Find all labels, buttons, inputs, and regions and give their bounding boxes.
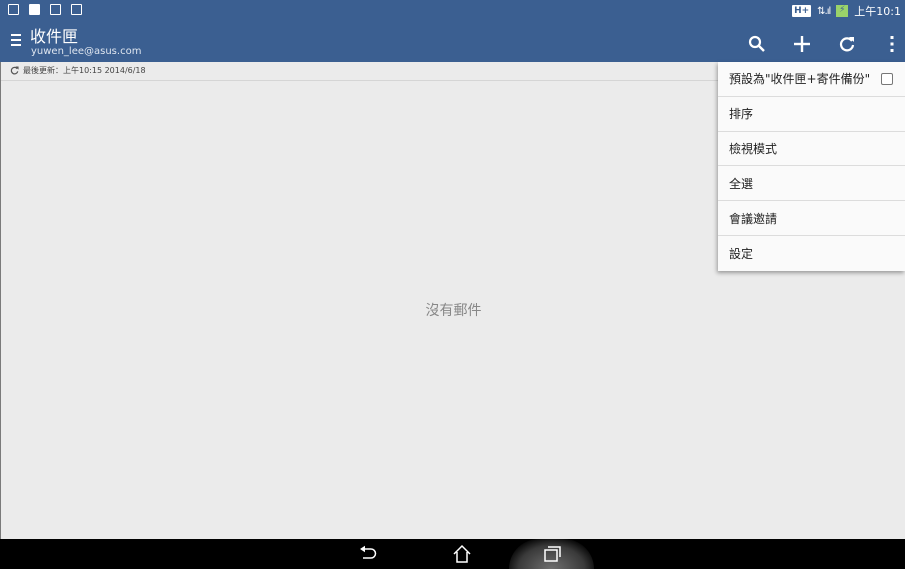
account-email: yuwen_lee@asus.com [31,46,142,57]
navigation-bar [0,539,905,569]
notification-icons [8,4,82,15]
menu-item-meeting-invites[interactable]: 會議邀請 [718,201,905,236]
menu-item-label: 預設為"收件匣+寄件備份" [729,72,871,87]
recent-apps-icon [544,546,561,562]
calendar-icon [8,4,19,15]
page-title[interactable]: 收件匣 [30,28,78,46]
menu-item-label: 檢視模式 [729,141,778,156]
menu-item-view-mode[interactable]: 檢視模式 [718,132,905,167]
signal-icon: ⇅.ıl [817,5,831,17]
recent-apps-button[interactable] [540,543,564,565]
refresh-icon [839,37,855,52]
compose-button[interactable] [789,31,815,57]
refresh-button[interactable] [834,31,860,57]
system-icons: H+ ⇅.ıl ⚡ 上午10:1 [792,3,901,19]
menu-item-default-folder[interactable]: 預設為"收件匣+寄件備份" [718,62,905,97]
home-icon [453,544,471,563]
menu-item-settings[interactable]: 設定 [718,236,905,271]
mail-icon [71,4,82,15]
default-folder-checkbox[interactable] [881,73,893,85]
overflow-icon [890,36,894,52]
last-update-text: 最後更新：上午10:15 2014/6/18 [23,66,146,75]
battery-charging-icon: ⚡ [836,5,849,17]
menu-item-sort[interactable]: 排序 [718,97,905,132]
empty-state-message: 沒有郵件 [425,303,482,319]
menu-item-label: 設定 [729,246,754,261]
menu-item-label: 排序 [729,107,754,122]
search-icon [748,35,765,52]
sync-icon [10,66,19,75]
overflow-menu: 預設為"收件匣+寄件備份" 排序 檢視模式 全選 會議邀請 設定 [718,62,905,271]
search-button[interactable] [744,31,770,57]
back-icon [360,545,377,559]
home-button[interactable] [450,543,474,565]
app-bar: 收件匣 yuwen_lee@asus.com [0,25,905,62]
clock: 上午10:1 [854,5,901,18]
back-button[interactable] [356,543,380,565]
menu-item-label: 全選 [729,176,754,191]
edit-icon [50,4,61,15]
hamburger-menu-icon[interactable] [11,34,21,46]
network-type-badge: H+ [792,5,812,17]
overflow-menu-button[interactable] [879,31,905,57]
menu-item-select-all[interactable]: 全選 [718,166,905,202]
last-update-row: 最後更新：上午10:15 2014/6/18 [10,65,146,76]
menu-item-label: 會議邀請 [729,211,778,226]
add-icon [794,36,810,52]
file-icon [29,4,40,15]
status-bar: H+ ⇅.ıl ⚡ 上午10:1 [0,0,905,25]
